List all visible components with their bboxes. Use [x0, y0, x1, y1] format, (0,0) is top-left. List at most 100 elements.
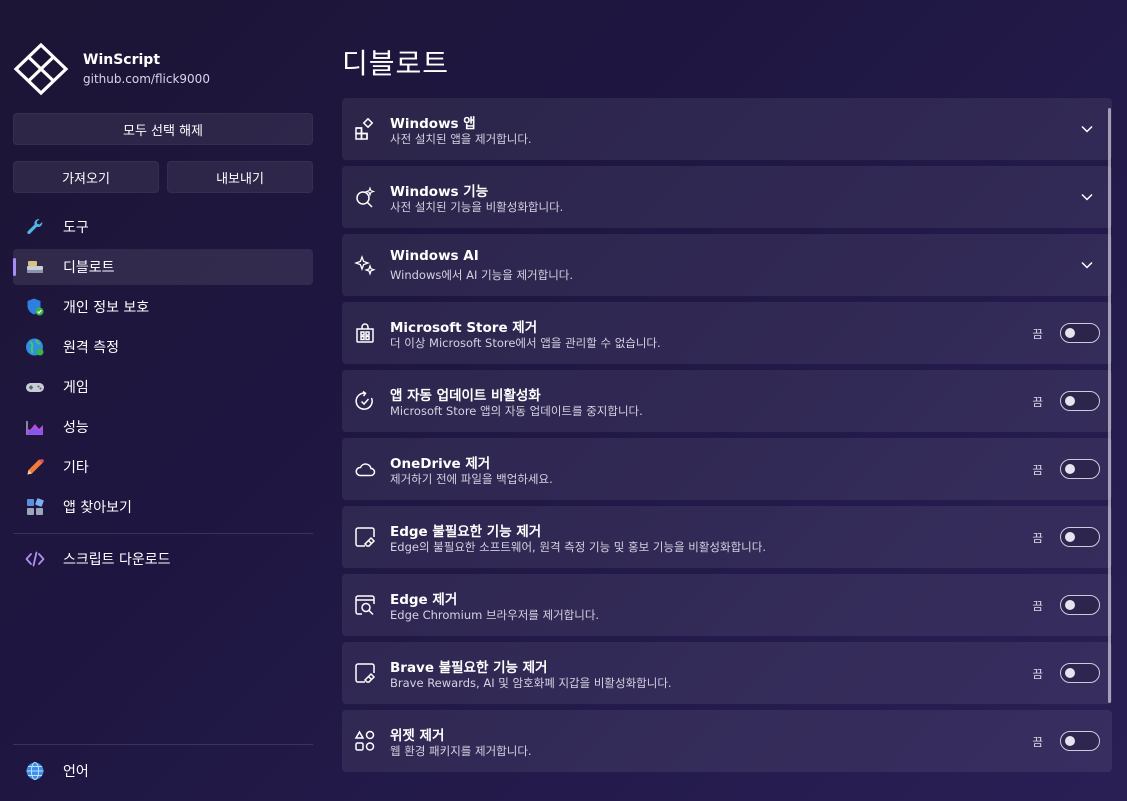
toggle-switch[interactable] [1060, 731, 1100, 751]
sidebar-item-debloat[interactable]: 디블로트 [13, 249, 313, 285]
toggle-knob [1065, 600, 1075, 610]
setting-remove-widgets: 위젯 제거 웹 환경 패키지를 제거합니다. 끔 [342, 710, 1112, 772]
toggle-state-label: 끔 [1032, 463, 1043, 477]
browser-search-icon [354, 594, 376, 616]
sidebar-item-label: 개인 정보 보호 [63, 300, 150, 316]
sidebar-item-telemetry[interactable]: 원격 측정 [13, 329, 313, 365]
toggle-state-label: 끔 [1032, 735, 1043, 749]
toggle-switch[interactable] [1060, 459, 1100, 479]
card-title: Edge 제거 [390, 592, 458, 608]
toggle-switch[interactable] [1060, 595, 1100, 615]
card-description: Microsoft Store 앱의 자동 업데이트를 중지합니다. [390, 404, 643, 418]
card-title: Windows AI [390, 248, 479, 264]
sidebar-item-label: 도구 [63, 220, 89, 236]
setting-remove-brave-bloat: Brave 불필요한 기능 제거 Brave Rewards, AI 및 암호화… [342, 642, 1112, 704]
expander-windows-apps[interactable]: Windows 앱 사전 설치된 앱을 제거합니다. [342, 98, 1112, 160]
toggle-knob [1065, 736, 1075, 746]
sidebar-item-label: 원격 측정 [63, 340, 119, 356]
card-description: 더 이상 Microsoft Store에서 앱을 관리할 수 없습니다. [390, 336, 661, 350]
card-description: Windows에서 AI 기능을 제거합니다. [390, 268, 574, 282]
setting-remove-onedrive: OneDrive 제거 제거하기 전에 파일을 백업하세요. 끔 [342, 438, 1112, 500]
toggle-switch[interactable] [1060, 663, 1100, 683]
card-title: Brave 불필요한 기능 제거 [390, 660, 548, 676]
sidebar-divider [13, 533, 313, 534]
sidebar-item-label: 언어 [63, 764, 89, 780]
card-title: 위젯 제거 [390, 728, 445, 744]
setting-remove-edge: Edge 제거 Edge Chromium 브라우저를 제거합니다. 끔 [342, 574, 1112, 636]
sidebar-divider [13, 744, 313, 745]
brand: WinScript github.com/flick9000 [13, 42, 210, 96]
page-title: 디블로트 [342, 47, 450, 80]
sidebar-item-download-script[interactable]: 스크립트 다운로드 [13, 541, 313, 577]
card-description: 사전 설치된 앱을 제거합니다. [390, 132, 532, 146]
sidebar-item-label: 앱 찾아보기 [63, 500, 132, 516]
toggle-knob [1065, 464, 1075, 474]
sidebar-item-misc[interactable]: 기타 [13, 449, 313, 485]
sidebar-item-privacy[interactable]: 개인 정보 보호 [13, 289, 313, 325]
wrench-icon [24, 216, 46, 238]
card-description: 사전 설치된 기능을 비활성화합니다. [390, 200, 564, 214]
gamepad-icon [24, 376, 46, 398]
code-icon [24, 548, 46, 570]
expander-windows-ai[interactable]: Windows AI Windows에서 AI 기능을 제거합니다. [342, 234, 1112, 296]
setting-remove-edge-bloat: Edge 불필요한 기능 제거 Edge의 불필요한 소프트웨어, 원격 측정 … [342, 506, 1112, 568]
chevron-down-icon[interactable] [1080, 258, 1094, 272]
sidebar-item-tools[interactable]: 도구 [13, 209, 313, 245]
import-button[interactable]: 가져오기 [13, 161, 159, 193]
toggle-state-label: 끔 [1032, 531, 1043, 545]
sidebar-item-label: 기타 [63, 460, 89, 476]
card-description: Edge의 불필요한 소프트웨어, 원격 측정 기능 및 홍보 기능을 비활성화… [390, 540, 766, 554]
app-subtitle-link[interactable]: github.com/flick9000 [83, 70, 210, 88]
card-title: Windows 기능 [390, 184, 489, 200]
toggle-switch[interactable] [1060, 391, 1100, 411]
sidebar-item-performance[interactable]: 성능 [13, 409, 313, 445]
update-icon [354, 390, 376, 412]
toggle-state-label: 끔 [1032, 667, 1043, 681]
chevron-down-icon[interactable] [1080, 190, 1094, 204]
card-description: 제거하기 전에 파일을 백업하세요. [390, 472, 553, 486]
chart-icon [24, 416, 46, 438]
sidebar: WinScript github.com/flick9000 모두 선택 해제 … [0, 0, 326, 801]
winscript-logo-icon [13, 42, 69, 96]
toggle-state-label: 끔 [1032, 327, 1043, 341]
cloud-icon [354, 458, 376, 480]
sparkle-search-icon [354, 186, 376, 208]
card-title: 앱 자동 업데이트 비활성화 [390, 388, 541, 404]
expander-windows-features[interactable]: Windows 기능 사전 설치된 기능을 비활성화합니다. [342, 166, 1112, 228]
shapes-icon [354, 730, 376, 752]
sidebar-item-gaming[interactable]: 게임 [13, 369, 313, 405]
pencil-icon [24, 456, 46, 478]
eraser-icon [354, 526, 376, 548]
setting-disable-app-auto-update: 앱 자동 업데이트 비활성화 Microsoft Store 앱의 자동 업데이… [342, 370, 1112, 432]
toggle-switch[interactable] [1060, 323, 1100, 343]
app-title: WinScript [83, 51, 161, 68]
sidebar-item-label: 스크립트 다운로드 [63, 552, 171, 568]
export-button[interactable]: 내보내기 [167, 161, 313, 193]
broom-icon [24, 256, 46, 278]
toggle-knob [1065, 396, 1075, 406]
card-title: Microsoft Store 제거 [390, 320, 538, 336]
apps-grid-icon [354, 117, 376, 140]
toggle-state-label: 끔 [1032, 599, 1043, 613]
apps-icon [24, 496, 46, 518]
toggle-knob [1065, 532, 1075, 542]
sidebar-item-browse-apps[interactable]: 앱 찾아보기 [13, 489, 313, 525]
sidebar-item-language[interactable]: 언어 [13, 753, 313, 789]
card-title: Edge 불필요한 기능 제거 [390, 524, 542, 540]
card-description: Edge Chromium 브라우저를 제거합니다. [390, 608, 600, 622]
toggle-knob [1065, 668, 1075, 678]
toggle-switch[interactable] [1060, 527, 1100, 547]
sidebar-item-label: 성능 [63, 420, 89, 436]
sidebar-item-label: 게임 [63, 380, 89, 396]
card-description: Brave Rewards, AI 및 암호화폐 지갑을 비활성화합니다. [390, 676, 672, 690]
vertical-scrollbar[interactable] [1108, 108, 1111, 703]
sidebar-item-label: 디블로트 [63, 260, 115, 276]
store-icon [354, 322, 376, 344]
card-title: OneDrive 제거 [390, 456, 491, 472]
shield-icon [24, 296, 46, 318]
sparkles-icon [354, 254, 376, 276]
chevron-down-icon[interactable] [1080, 122, 1094, 136]
globe-icon [24, 760, 46, 782]
deselect-all-button[interactable]: 모두 선택 해제 [13, 113, 313, 145]
toggle-knob [1065, 328, 1075, 338]
